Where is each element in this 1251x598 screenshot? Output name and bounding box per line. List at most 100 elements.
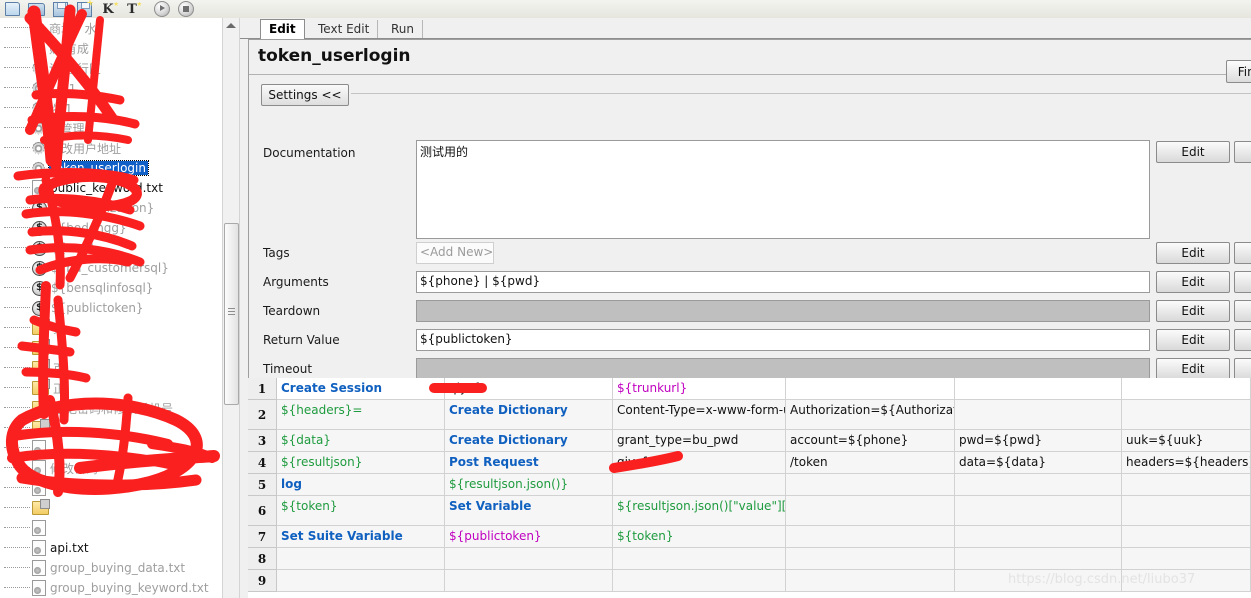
grid-cell[interactable] [613, 474, 786, 496]
keyword-steps-grid[interactable]: 1 Create Session qiyefu ${trunkurl} 2 ${heade… [248, 378, 1251, 598]
arguments-edit-button[interactable]: Edit [1156, 271, 1230, 293]
grid-cell[interactable]: qiyefu [613, 452, 786, 474]
grid-cell[interactable] [786, 496, 955, 526]
grid-cell[interactable] [955, 474, 1122, 496]
grid-cell[interactable]: Create Session [277, 378, 445, 400]
grid-cell[interactable]: ${data} [277, 430, 445, 452]
tree-item[interactable]: token_userlogin [0, 158, 222, 178]
grid-cell[interactable] [1122, 400, 1251, 430]
tab-edit[interactable]: Edit [260, 19, 305, 40]
grid-cell[interactable] [786, 526, 955, 548]
grid-cell[interactable]: ${resultjson.json()["value"]["acces [613, 496, 786, 526]
tree-item[interactable] [0, 518, 222, 538]
teardown-clear-button[interactable] [1234, 300, 1251, 322]
search-keyword-icon[interactable]: K [96, 1, 120, 18]
grid-cell[interactable] [955, 526, 1122, 548]
grid-cell[interactable]: Create Dictionary [445, 430, 613, 452]
tree-item[interactable]: group_buying_keyword.txt [0, 578, 222, 598]
grid-row[interactable]: 1 Create Session qiyefu ${trunkurl} [248, 378, 1251, 400]
grid-cell[interactable]: Content-Type=x-www-form-urlenc [613, 400, 786, 430]
project-tree[interactable]: 商城 水财 有成询 省行区 信1 牲1 管理 修改用户地址 token_userlo… [0, 18, 222, 598]
grid-cell[interactable] [955, 570, 1122, 592]
grid-row[interactable]: 9 [248, 570, 1251, 592]
grid-cell[interactable]: ${token} [613, 526, 786, 548]
grid-cell[interactable]: ${token} [277, 496, 445, 526]
grid-row[interactable]: 4 ${resultjson} Post Request qiyefu/token da… [248, 452, 1251, 474]
grid-cell[interactable]: Post Request [445, 452, 613, 474]
grid-cell[interactable] [277, 548, 445, 570]
grid-cell[interactable] [955, 400, 1122, 430]
grid-cell[interactable]: log [277, 474, 445, 496]
tree-item[interactable]: 修改密码 [0, 458, 222, 478]
grid-cell[interactable]: account=${phone} [786, 430, 955, 452]
grid-cell[interactable] [445, 570, 613, 592]
grid-cell[interactable] [1122, 474, 1251, 496]
grid-cell[interactable] [445, 548, 613, 570]
save-all-icon[interactable] [72, 1, 96, 18]
tree-item[interactable] [0, 418, 222, 438]
tree-item[interactable]: 忘记密码和修改手机号 [0, 398, 222, 418]
grid-cell[interactable] [613, 570, 786, 592]
documentation-input[interactable]: 测试用的 [416, 140, 1150, 239]
grid-row[interactable]: 7 Set Suite Variable ${publictoken} ${token… [248, 526, 1251, 548]
tree-item[interactable]: $ ${bodongg} [0, 218, 222, 238]
grid-cell[interactable]: ${publictoken} [445, 526, 613, 548]
documentation-edit-button[interactable]: Edit [1156, 141, 1230, 163]
return-value-edit-button[interactable]: Edit [1156, 329, 1230, 351]
return-value-input[interactable]: ${publictoken} [416, 329, 1150, 351]
grid-cell[interactable]: Authorization=${Authorization} [786, 400, 955, 430]
grid-cell[interactable] [613, 548, 786, 570]
grid-cell[interactable]: ${resultjson} [277, 452, 445, 474]
grid-cell[interactable] [1122, 570, 1251, 592]
find-button[interactable]: Find [1226, 60, 1251, 83]
teardown-edit-button[interactable]: Edit [1156, 300, 1230, 322]
grid-cell[interactable]: grant_type=bu_pwd [613, 430, 786, 452]
tree-item[interactable]: 修改用户地址 [0, 138, 222, 158]
grid-cell[interactable] [786, 378, 955, 400]
tags-edit-button[interactable]: Edit [1156, 242, 1230, 264]
tree-item[interactable]: 页 [0, 358, 222, 378]
return-value-clear-button[interactable] [1234, 329, 1251, 351]
timeout-edit-button[interactable]: Edit [1156, 358, 1230, 380]
tags-add-new-input[interactable]: <Add New> [416, 242, 494, 264]
tab-text-edit[interactable]: Text Edit [310, 20, 379, 38]
tree-item[interactable]: 牲1 [0, 98, 222, 118]
grid-cell[interactable] [786, 570, 955, 592]
grid-cell[interactable]: Set Variable [445, 496, 613, 526]
tree-item[interactable]: $ ${bu_customersql} [0, 258, 222, 278]
scroll-up-arrow-icon[interactable] [226, 23, 236, 28]
search-tests-icon[interactable]: T [120, 1, 144, 18]
tree-item[interactable] [0, 338, 222, 358]
grid-cell[interactable] [786, 548, 955, 570]
grid-row[interactable]: 3 ${data} Create Dictionary grant_type=bu_p… [248, 430, 1251, 452]
tree-item[interactable] [0, 438, 222, 458]
grid-cell[interactable] [786, 474, 955, 496]
arguments-input[interactable]: ${phone} | ${pwd} [416, 271, 1150, 293]
grid-cell[interactable]: pwd=${pwd} [955, 430, 1122, 452]
grid-row[interactable]: 2 ${headers}= Create Dictionary Content-Typ… [248, 400, 1251, 430]
scrollbar-thumb[interactable] [224, 223, 239, 405]
documentation-clear-button[interactable] [1234, 141, 1251, 163]
teardown-input[interactable] [416, 300, 1150, 322]
tree-item[interactable]: 正 [0, 378, 222, 398]
tree-item[interactable]: $ ${Authorization} [0, 198, 222, 218]
arguments-clear-button[interactable] [1234, 271, 1251, 293]
grid-row[interactable]: 8 [248, 548, 1251, 570]
tree-item[interactable]: api.txt [0, 538, 222, 558]
tree-item[interactable]: $ ${publictoken} [0, 298, 222, 318]
run-icon[interactable] [150, 1, 174, 18]
timeout-input[interactable] [416, 358, 1150, 380]
grid-cell[interactable]: qiyefu [445, 378, 613, 400]
grid-cell[interactable] [955, 378, 1122, 400]
grid-cell[interactable]: ${trunkurl} [613, 378, 786, 400]
tree-item[interactable]: 商城 水 [0, 18, 222, 38]
tree-item[interactable]: 询 省行区 [0, 58, 222, 78]
grid-cell[interactable] [1122, 496, 1251, 526]
tree-item[interactable]: 素 [0, 318, 222, 338]
grid-cell[interactable]: headers=${headers} [1122, 452, 1251, 474]
grid-cell[interactable]: /token [786, 452, 955, 474]
new-project-icon[interactable] [0, 1, 24, 18]
tree-item[interactable]: 管理 [0, 118, 222, 138]
grid-cell[interactable] [277, 570, 445, 592]
grid-cell[interactable] [1122, 378, 1251, 400]
